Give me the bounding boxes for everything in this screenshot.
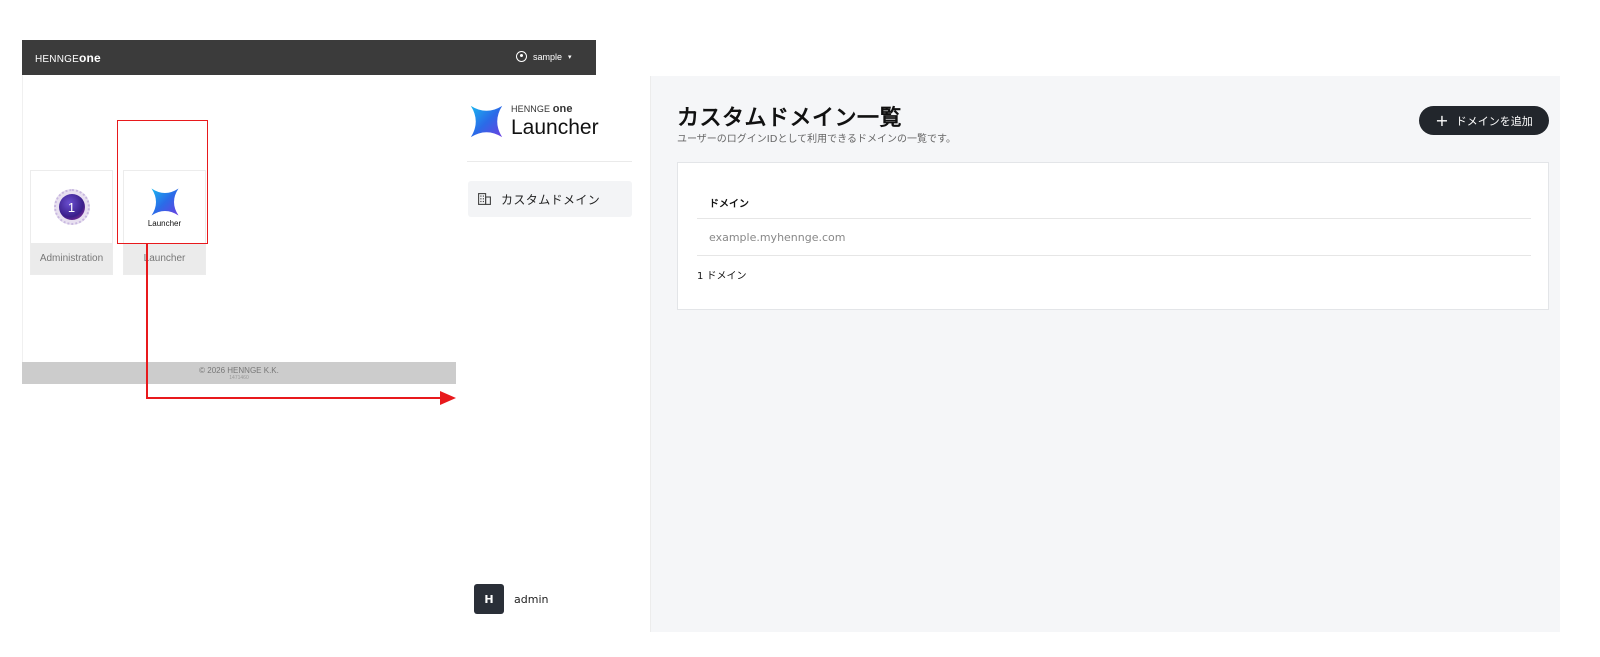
tile-icon-area: 1 — [31, 171, 112, 243]
tile-label-launcher: Launcher — [124, 243, 205, 274]
portal-footer: © 2026 HENNGE K.K. 1471460 — [22, 362, 456, 384]
add-domain-button[interactable]: + ドメインを追加 — [1419, 106, 1549, 135]
portal-logo: HENNGEone — [35, 51, 101, 65]
arrow-line-vertical — [146, 244, 148, 398]
portal-logo-prefix: HENNGE — [35, 54, 79, 65]
sidebar: HENNGE one Launcher カスタムドメイン H admin — [466, 76, 650, 632]
sidebar-divider — [467, 161, 632, 162]
current-user[interactable]: H admin — [474, 584, 548, 614]
plus-icon: + — [1435, 110, 1449, 130]
table-row[interactable]: example.myhennge.com — [709, 231, 846, 244]
administration-badge-icon: 1 — [53, 189, 90, 225]
column-header-domain[interactable]: ドメイン — [709, 195, 749, 210]
portal-screenshot: HENNGEone sample ▾ 1 Administration Laun… — [22, 40, 596, 394]
main-content: カスタムドメイン一覧 ユーザーのログインIDとして利用できるドメインの一覧です。… — [650, 76, 1560, 632]
tile-administration[interactable]: 1 Administration — [30, 170, 113, 275]
administration-badge-number: 1 — [58, 194, 85, 220]
sidebar-item-custom-domain[interactable]: カスタムドメイン — [468, 181, 632, 217]
add-domain-button-label: ドメインを追加 — [1455, 114, 1533, 128]
portal-user-menu[interactable]: sample ▾ — [516, 51, 572, 62]
brand-prefix: HENNGE one — [511, 104, 599, 115]
user-name: admin — [514, 592, 549, 606]
brand-prefix-text: HENNGE — [511, 104, 551, 114]
avatar: H — [474, 584, 504, 614]
sidebar-item-label: カスタムドメイン — [501, 192, 601, 207]
portal-body: 1 Administration Launcher Launcher — [22, 75, 468, 371]
chevron-down-icon: ▾ — [568, 53, 572, 61]
portal-topbar: HENNGEone sample ▾ — [22, 40, 596, 75]
brand-name: Launcher — [511, 116, 599, 139]
brand-text: HENNGE one Launcher — [511, 104, 599, 139]
portal-version: 1471460 — [229, 375, 249, 381]
brand-logo[interactable]: HENNGE one Launcher — [470, 104, 599, 138]
page-title: カスタムドメイン一覧 — [677, 106, 903, 131]
highlight-box — [117, 120, 208, 244]
domain-count: 1 ドメイン — [697, 271, 747, 282]
portal-logo-suffix: one — [78, 51, 101, 65]
table-divider — [697, 218, 1531, 219]
launcher-star-icon — [470, 105, 503, 137]
portal-user-name: sample — [533, 51, 563, 62]
table-divider — [697, 255, 1531, 256]
portal-copyright: © 2026 HENNGE K.K. — [199, 366, 279, 375]
domain-table-card: ドメイン example.myhennge.com 1 ドメイン — [677, 162, 1549, 310]
brand-suffix-text: one — [552, 103, 573, 115]
tile-label-administration: Administration — [31, 243, 112, 274]
arrow-line-horizontal — [146, 397, 442, 399]
building-icon — [478, 193, 491, 205]
user-circle-icon — [516, 51, 527, 62]
arrow-head-icon — [440, 391, 456, 405]
page-subtitle: ユーザーのログインIDとして利用できるドメインの一覧です。 — [677, 134, 956, 145]
